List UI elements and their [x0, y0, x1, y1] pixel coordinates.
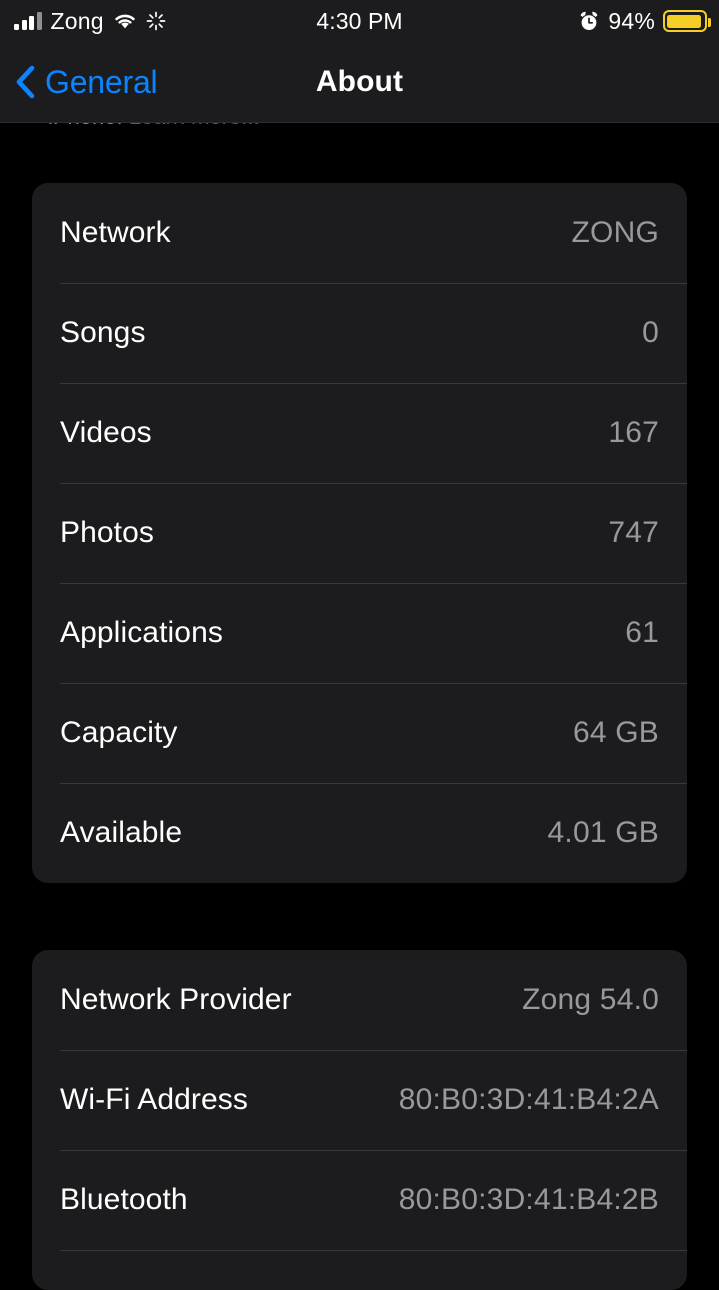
navigation-bar: General About: [0, 42, 719, 123]
row-value: 64 GB: [572, 716, 659, 749]
row-value: 747: [608, 516, 659, 549]
row-label: Wi-Fi Address: [60, 1083, 248, 1116]
status-bar-right: 94%: [578, 7, 711, 35]
table-row-available[interactable]: Available 4.01 GB: [32, 783, 687, 883]
row-value: 80:B0:3D:41:B4:2B: [398, 1183, 659, 1216]
table-row-capacity[interactable]: Capacity 64 GB: [32, 683, 687, 783]
table-row-network[interactable]: Network ZONG: [32, 183, 687, 283]
row-value: ZONG: [571, 216, 659, 249]
table-row-clipped[interactable]: [32, 1250, 687, 1290]
alarm-clock-icon: [578, 10, 600, 32]
row-label: Available: [60, 816, 183, 849]
battery-fill: [667, 14, 702, 28]
row-value: 0: [642, 316, 659, 349]
row-value: 167: [608, 416, 659, 449]
table-row-photos[interactable]: Photos 747: [32, 483, 687, 583]
battery-percentage-label: 94%: [608, 7, 655, 34]
table-row-wifi-address[interactable]: Wi-Fi Address 80:B0:3D:41:B4:2A: [32, 1050, 687, 1150]
row-label: Network Provider: [60, 983, 292, 1016]
table-row-network-provider[interactable]: Network Provider Zong 54.0: [32, 950, 687, 1050]
row-value: 61: [625, 616, 659, 649]
row-label: Photos: [60, 516, 154, 549]
table-row-applications[interactable]: Applications 61: [32, 583, 687, 683]
table-row-videos[interactable]: Videos 167: [32, 383, 687, 483]
row-label: Capacity: [60, 716, 178, 749]
row-label: Videos: [60, 416, 152, 449]
status-bar: Zong 4:30 PM 94%: [0, 0, 719, 42]
row-value: 80:B0:3D:41:B4:2A: [398, 1083, 659, 1116]
row-label: Bluetooth: [60, 1183, 188, 1216]
row-label: Network: [60, 216, 171, 249]
page-title: About: [315, 65, 404, 98]
row-label: Songs: [60, 316, 146, 349]
row-label: Applications: [60, 616, 223, 649]
device-info-group: Network ZONG Songs 0 Videos 167 Photos 7…: [32, 183, 687, 883]
network-info-group: Network Provider Zong 54.0 Wi-Fi Address…: [32, 950, 687, 1290]
settings-scroll-view[interactable]: iPhone. Learn more... Network ZONG Songs…: [0, 0, 719, 1290]
row-value: Zong 54.0: [522, 983, 659, 1016]
battery-icon: [663, 10, 711, 32]
row-value: 4.01 GB: [547, 816, 659, 849]
table-row-bluetooth[interactable]: Bluetooth 80:B0:3D:41:B4:2B: [32, 1150, 687, 1250]
table-row-songs[interactable]: Songs 0: [32, 283, 687, 383]
